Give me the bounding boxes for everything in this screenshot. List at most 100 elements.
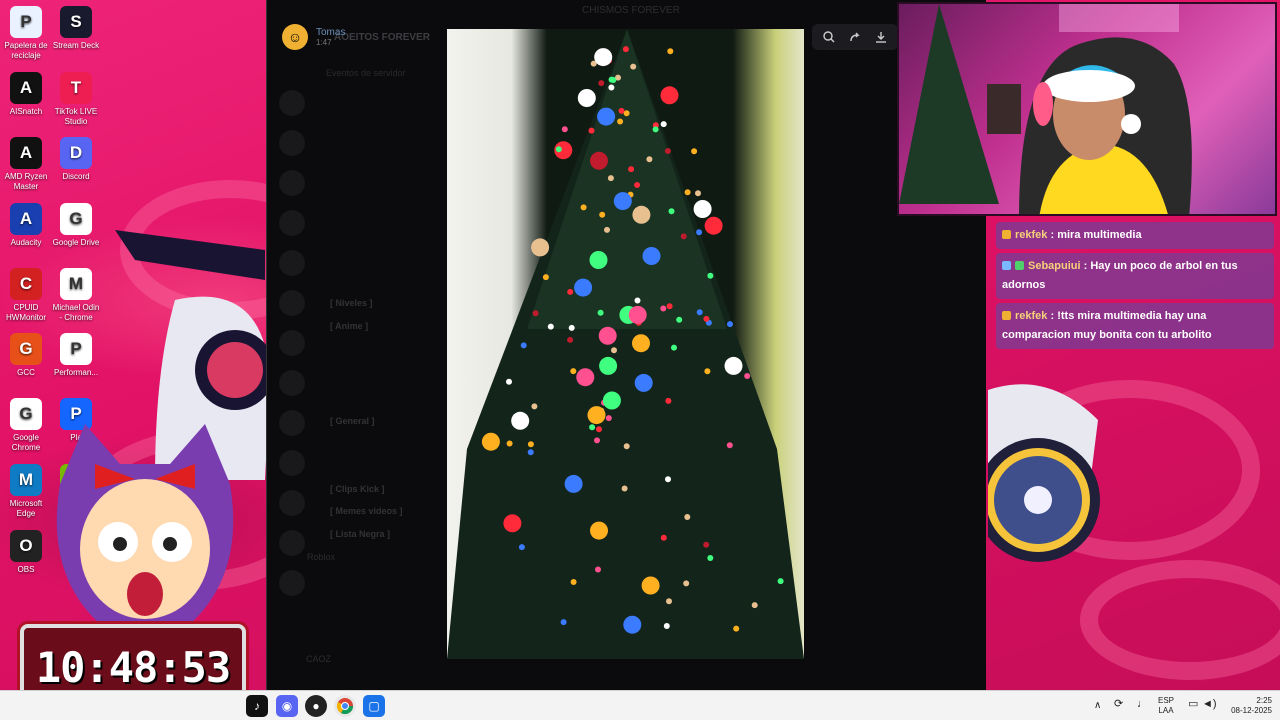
server-icon[interactable] xyxy=(279,570,305,596)
zoom-in-icon[interactable] xyxy=(820,28,838,46)
sub-badge xyxy=(1015,261,1024,270)
taskbar-clock[interactable]: 2:25 08-12-2025 xyxy=(1224,696,1272,716)
ornament xyxy=(696,229,703,236)
volume-icon[interactable]: ◄) xyxy=(1202,699,1217,710)
tree-image xyxy=(447,29,804,659)
ornament xyxy=(527,441,534,448)
forward-icon[interactable] xyxy=(846,28,864,46)
desktop-icon[interactable]: G Google Drive xyxy=(51,203,101,248)
ornament xyxy=(567,288,574,295)
ornament xyxy=(622,46,629,53)
microphone-icon[interactable]: ♩ xyxy=(1137,699,1148,710)
desktop-icon[interactable]: C CPUID HWMonitor xyxy=(1,268,51,323)
ornament xyxy=(676,316,683,323)
language-code: ESP xyxy=(1158,696,1175,705)
ornament xyxy=(663,623,670,629)
discord-taskbar-icon[interactable]: ◉ xyxy=(276,695,298,717)
channel-item[interactable]: [ Clips Kick ] xyxy=(330,484,385,494)
obs-taskbar-icon[interactable]: ● xyxy=(305,695,327,717)
ornament xyxy=(590,151,608,170)
media-viewer-toolbar xyxy=(812,24,898,50)
amd-ryzen-icon: A xyxy=(10,137,42,169)
server-title: AOEITOS FOREVER xyxy=(334,32,430,43)
chrome-taskbar-icon[interactable] xyxy=(334,695,356,717)
ornament xyxy=(704,216,723,235)
desktop-icon[interactable]: A AISnatch xyxy=(1,72,51,117)
chat-username: rekfek xyxy=(1015,229,1048,241)
channel-item[interactable]: [ General ] xyxy=(330,416,375,426)
server-icon[interactable] xyxy=(279,450,305,476)
server-icon[interactable] xyxy=(279,90,305,116)
server-icon[interactable] xyxy=(279,290,305,316)
ornament xyxy=(532,310,539,317)
server-icon[interactable] xyxy=(279,370,305,396)
obs-icon: O xyxy=(10,530,42,562)
channel-item[interactable]: [ Niveles ] xyxy=(330,298,373,308)
ornament xyxy=(597,107,616,126)
ornament xyxy=(602,391,621,410)
ornament xyxy=(652,126,659,133)
ornament xyxy=(724,356,743,375)
avatar[interactable]: ☺ xyxy=(282,24,308,50)
app-taskbar-icon[interactable]: ▢ xyxy=(363,695,385,717)
ornament xyxy=(751,602,758,609)
events-link[interactable]: Eventos de servidor xyxy=(326,68,406,78)
ornament xyxy=(726,442,733,449)
ornament xyxy=(703,315,710,322)
ornament xyxy=(621,485,628,492)
server-icon[interactable] xyxy=(279,250,305,276)
mascot-illustration xyxy=(56,424,234,624)
ornament xyxy=(607,175,614,182)
download-icon[interactable] xyxy=(872,28,890,46)
language-indicator[interactable]: ESP LAA xyxy=(1158,696,1174,716)
server-icon[interactable] xyxy=(279,490,305,516)
desktop-icon-label: AMD Ryzen Master xyxy=(4,172,48,191)
desktop-icon[interactable]: T TikTok LIVE Studio xyxy=(51,72,101,127)
hwmonitor-icon: C xyxy=(10,268,42,300)
ornament xyxy=(595,566,601,573)
server-icon[interactable] xyxy=(279,170,305,196)
tray-expand-icon[interactable]: ∧ xyxy=(1094,701,1101,711)
desktop-icon[interactable]: A AMD Ryzen Master xyxy=(1,137,51,192)
ornament xyxy=(598,326,617,345)
ornament xyxy=(574,278,593,297)
network-icon[interactable]: ▭ xyxy=(1188,699,1198,710)
ornament xyxy=(590,521,608,540)
sync-icon[interactable]: ⟳ xyxy=(1114,699,1123,710)
channel-item[interactable]: [ Lista Negra ] xyxy=(330,529,390,539)
server-icon[interactable] xyxy=(279,130,305,156)
desktop-icon[interactable]: M Michael Odin - Chrome xyxy=(51,268,101,323)
christmas-tree-photo[interactable] xyxy=(447,29,804,659)
webcam-scene xyxy=(899,4,1192,214)
ornament xyxy=(707,272,714,279)
ornament xyxy=(634,297,641,304)
server-icon[interactable] xyxy=(279,530,305,556)
desktop-icon[interactable]: D Discord xyxy=(51,137,101,182)
desktop-icon-label: TikTok LIVE Studio xyxy=(54,107,98,126)
desktop-icon[interactable]: P Performan... xyxy=(51,333,101,378)
desktop-icon[interactable]: P Papelera de reciclaje xyxy=(1,6,51,61)
ornament xyxy=(511,411,530,430)
ornament xyxy=(777,578,784,585)
uploader-name[interactable]: Tomas xyxy=(316,27,345,38)
tiktok-taskbar-icon[interactable]: ♪ xyxy=(246,695,268,717)
chat-message: rekfek : mira multimedia xyxy=(996,222,1274,249)
chat-message: Sebapuiui : Hay un poco de arbol en tus … xyxy=(996,253,1274,299)
desktop-icon-label: Performan... xyxy=(53,368,98,377)
ornament xyxy=(666,598,672,605)
desktop-icon[interactable]: S Stream Deck xyxy=(51,6,101,51)
server-icon[interactable] xyxy=(279,210,305,236)
desktop-icon[interactable]: A Audacity xyxy=(1,203,51,248)
chat-username: rekfek xyxy=(1015,310,1048,322)
ornament xyxy=(646,156,653,163)
category-label[interactable]: Roblox xyxy=(307,552,335,562)
ornament xyxy=(611,347,617,354)
desktop-icon[interactable]: G GCC xyxy=(1,333,51,378)
channel-item[interactable]: [ Anime ] xyxy=(330,321,368,331)
ornament xyxy=(589,251,608,269)
server-icon[interactable] xyxy=(279,330,305,356)
keyboard-layout: LAA xyxy=(1158,706,1174,715)
channel-item[interactable]: [ Memes videos ] xyxy=(330,506,403,516)
ornament xyxy=(604,226,610,233)
server-icon[interactable] xyxy=(279,410,305,436)
